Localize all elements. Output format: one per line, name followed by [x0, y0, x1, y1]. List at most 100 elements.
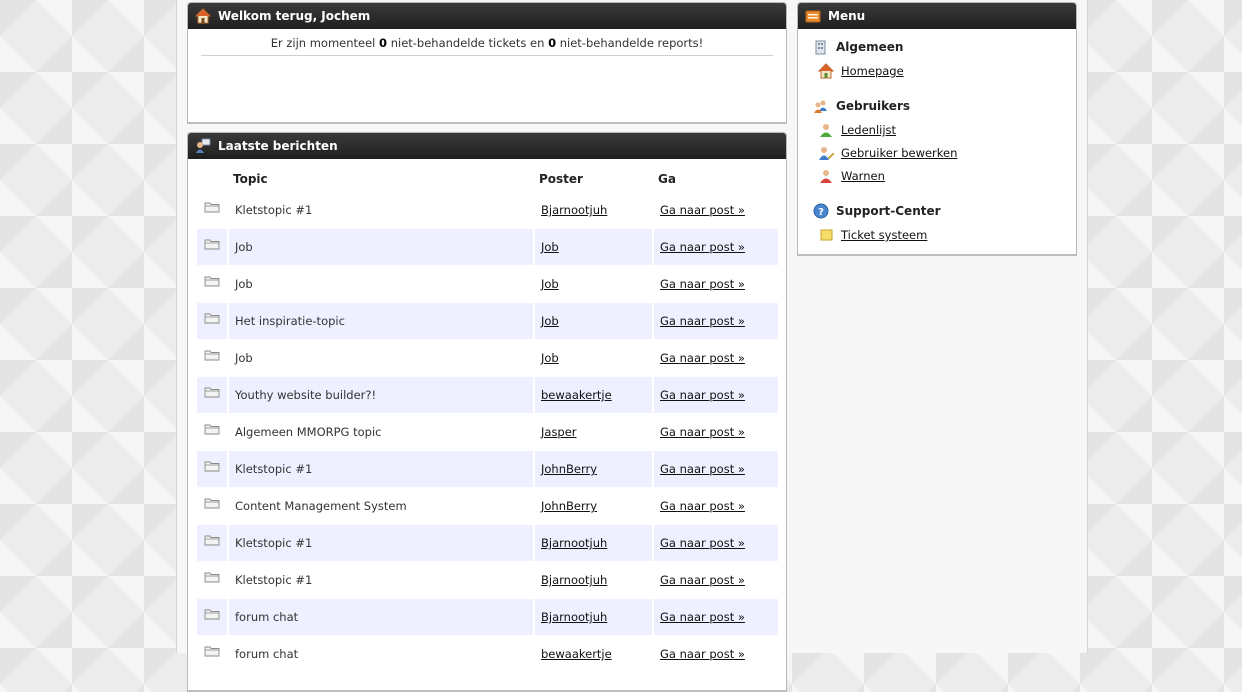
table-row: Kletstopic #1 Bjarnootjuh Ga naar post »	[197, 525, 778, 562]
poster-link[interactable]: Job	[541, 240, 559, 254]
go-cell: Ga naar post »	[652, 192, 778, 229]
menu-section-label: Gebruikers	[836, 99, 911, 113]
topic-cell: Youthy website builder?!	[227, 377, 533, 414]
go-to-post-link[interactable]: Ga naar post »	[660, 351, 745, 365]
ledenlijst-link[interactable]: Ledenlijst	[841, 123, 896, 137]
ticket-systeem-link[interactable]: Ticket systeem	[841, 228, 927, 242]
folder-icon	[204, 202, 220, 218]
poster-cell: bewaakertje	[533, 636, 652, 673]
welcome-text-3: niet-behandelde reports!	[556, 36, 704, 50]
topic-cell: forum chat	[227, 636, 533, 673]
topic-cell: Job	[227, 266, 533, 303]
welcome-header: Welkom terug, Jochem	[188, 3, 786, 29]
go-to-post-link[interactable]: Ga naar post »	[660, 573, 745, 587]
poster-link[interactable]: bewaakertje	[541, 647, 612, 661]
topic-cell-icon	[197, 266, 227, 303]
poster-link[interactable]: Bjarnootjuh	[541, 536, 607, 550]
topic-cell-icon	[197, 303, 227, 340]
table-row: Algemeen MMORPG topic Jasper Ga naar post …	[197, 414, 778, 451]
column-topic: Topic	[233, 172, 268, 186]
topic-cell: Algemeen MMORPG topic	[227, 414, 533, 451]
poster-link[interactable]: JohnBerry	[541, 462, 597, 476]
go-to-post-link[interactable]: Ga naar post »	[660, 203, 745, 217]
column-go: Ga	[658, 172, 676, 186]
go-cell: Ga naar post »	[652, 377, 778, 414]
go-to-post-link[interactable]: Ga naar post »	[660, 647, 745, 661]
column-poster: Poster	[539, 172, 583, 186]
folder-icon	[204, 276, 220, 292]
topic-cell: Kletstopic #1	[227, 562, 533, 599]
folder-icon	[204, 535, 220, 551]
topic-cell-icon	[197, 599, 227, 636]
poster-link[interactable]: JohnBerry	[541, 499, 597, 513]
poster-cell: JohnBerry	[533, 451, 652, 488]
latest-posts-header: Laatste berichten	[188, 133, 786, 159]
go-cell: Ga naar post »	[652, 303, 778, 340]
user-edit-icon	[819, 147, 834, 160]
table-row: Youthy website builder?! bewaakertje Ga na…	[197, 377, 778, 414]
poster-link[interactable]: bewaakertje	[541, 388, 612, 402]
go-to-post-link[interactable]: Ga naar post »	[660, 277, 745, 291]
topic-cell: Het inspiratie-topic	[227, 303, 533, 340]
warnen-link[interactable]: Warnen	[841, 169, 885, 183]
menu-header: Menu	[798, 3, 1076, 29]
go-cell: Ga naar post »	[652, 599, 778, 636]
poster-link[interactable]: Job	[541, 351, 559, 365]
poster-link[interactable]: Jasper	[541, 425, 577, 439]
poster-cell: JohnBerry	[533, 488, 652, 525]
topic-cell-icon	[197, 377, 227, 414]
table-header-row: Topic Poster Ga	[197, 166, 778, 192]
go-to-post-link[interactable]: Ga naar post »	[660, 314, 745, 328]
go-cell: Ga naar post »	[652, 414, 778, 451]
poster-cell: Job	[533, 303, 652, 340]
go-to-post-link[interactable]: Ga naar post »	[660, 425, 745, 439]
table-row: Job Job Ga naar post »	[197, 266, 778, 303]
poster-cell: Jasper	[533, 414, 652, 451]
go-cell: Ga naar post »	[652, 525, 778, 562]
topic-cell-icon	[197, 229, 227, 266]
poster-cell: Job	[533, 266, 652, 303]
posts-table: Topic Poster Ga Kletstopic #1 Bjarnootjuh…	[197, 166, 778, 673]
folder-icon	[204, 609, 220, 625]
go-cell: Ga naar post »	[652, 229, 778, 266]
ticket-count: 0	[379, 36, 388, 50]
go-to-post-link[interactable]: Ga naar post »	[660, 610, 745, 624]
topic-cell: Kletstopic #1	[227, 525, 533, 562]
gebruiker-bewerken-link[interactable]: Gebruiker bewerken	[841, 146, 957, 160]
welcome-message: Er zijn momenteel 0 niet-behandelde tick…	[201, 36, 773, 56]
homepage-link[interactable]: Homepage	[841, 64, 904, 78]
welcome-text-1: Er zijn momenteel	[270, 36, 380, 50]
poster-cell: Job	[533, 340, 652, 377]
go-to-post-link[interactable]: Ga naar post »	[660, 462, 745, 476]
poster-cell: Bjarnootjuh	[533, 192, 652, 229]
topic-cell-icon	[197, 414, 227, 451]
poster-link[interactable]: Bjarnootjuh	[541, 203, 607, 217]
folder-icon	[204, 424, 220, 440]
svg-text:?: ?	[818, 207, 824, 218]
go-to-post-link[interactable]: Ga naar post »	[660, 499, 745, 513]
go-to-post-link[interactable]: Ga naar post »	[660, 240, 745, 254]
menu-section-label: Algemeen	[836, 40, 904, 54]
table-row: forum chat Bjarnootjuh Ga naar post »	[197, 599, 778, 636]
note-icon	[820, 229, 833, 241]
table-row: Het inspiratie-topic Job Ga naar post »	[197, 303, 778, 340]
poster-cell: Bjarnootjuh	[533, 562, 652, 599]
topic-cell: Job	[227, 340, 533, 377]
poster-link[interactable]: Bjarnootjuh	[541, 610, 607, 624]
help-icon: ?	[813, 203, 829, 219]
poster-link[interactable]: Job	[541, 314, 559, 328]
topic-cell: Job	[227, 229, 533, 266]
topic-cell: Content Management System	[227, 488, 533, 525]
poster-cell: Bjarnootjuh	[533, 599, 652, 636]
poster-link[interactable]: Bjarnootjuh	[541, 573, 607, 587]
go-to-post-link[interactable]: Ga naar post »	[660, 388, 745, 402]
home-icon	[195, 8, 211, 24]
menu-section-label: Support-Center	[836, 204, 941, 218]
posts-body: Kletstopic #1 Bjarnootjuh Ga naar post » Jo…	[197, 192, 778, 673]
poster-link[interactable]: Job	[541, 277, 559, 291]
folder-icon	[204, 646, 220, 662]
folder-icon	[204, 387, 220, 403]
topic-cell-icon	[197, 451, 227, 488]
go-to-post-link[interactable]: Ga naar post »	[660, 536, 745, 550]
table-row: Kletstopic #1 Bjarnootjuh Ga naar post »	[197, 562, 778, 599]
